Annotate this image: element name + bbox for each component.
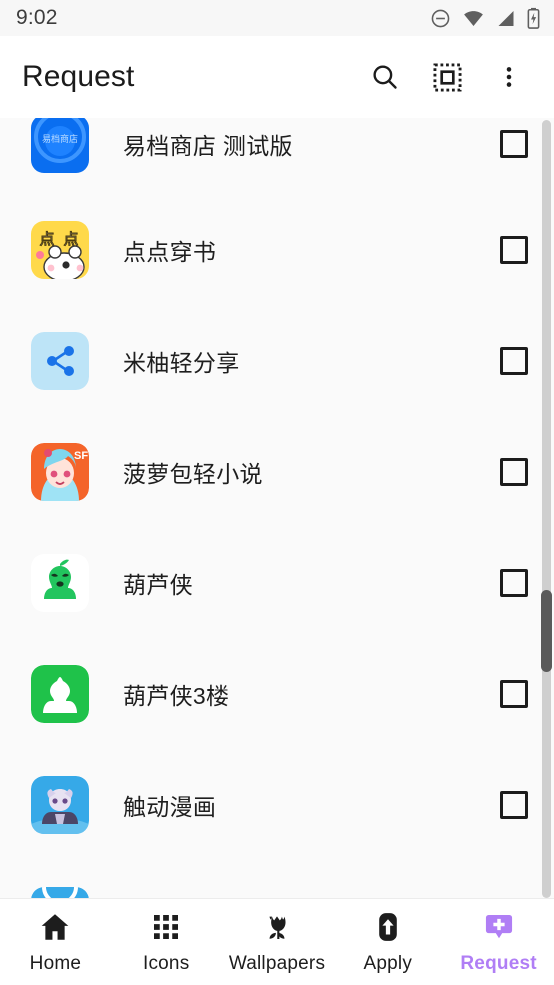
huluxia-icon bbox=[31, 553, 89, 612]
list-item-label: 触动漫画 bbox=[123, 793, 217, 820]
tulip-icon bbox=[261, 910, 293, 944]
chudong-comic-icon bbox=[31, 775, 89, 834]
status-bar: 9:02 bbox=[0, 0, 554, 36]
list-item-checkbox[interactable] bbox=[500, 568, 528, 597]
boluobao-novel-icon: SF bbox=[31, 442, 89, 501]
nav-label-request: Request bbox=[460, 952, 537, 974]
list-item[interactable]: 葫芦侠3楼 bbox=[0, 638, 554, 749]
list-item[interactable]: 触动漫画 bbox=[0, 749, 554, 860]
list-item-checkbox[interactable] bbox=[500, 790, 528, 819]
app-request-list[interactable]: 易档商店 易档商店 测试版 点 点 点点穿书 米柚轻分享 SF 菠萝包轻小说 葫… bbox=[0, 118, 554, 898]
apply-arrow-icon bbox=[372, 910, 404, 944]
nav-item-request[interactable]: Request bbox=[443, 899, 554, 985]
list-item-label: 点点穿书 bbox=[123, 238, 217, 265]
status-icons bbox=[430, 7, 540, 29]
list-item[interactable]: 易档商店 易档商店 测试版 bbox=[0, 118, 554, 199]
nav-label-icons: Icons bbox=[142, 952, 190, 974]
list-item-label: 米柚轻分享 bbox=[123, 349, 240, 376]
overflow-menu-icon bbox=[496, 64, 522, 90]
partial-blue-icon bbox=[31, 886, 89, 898]
yidang-store-icon: 易档商店 bbox=[31, 118, 89, 173]
list-item[interactable]: SF 菠萝包轻小说 bbox=[0, 416, 554, 527]
cellular-signal-icon bbox=[496, 8, 516, 29]
miyou-share-icon bbox=[31, 331, 89, 390]
app-bar: Request bbox=[0, 36, 554, 118]
status-time: 9:02 bbox=[16, 6, 58, 29]
list-item[interactable]: 葫芦侠 bbox=[0, 527, 554, 638]
app-bar-actions bbox=[354, 46, 540, 108]
select-all-button[interactable] bbox=[416, 46, 478, 108]
list-item[interactable] bbox=[0, 860, 554, 898]
diandian-chuanshu-icon: 点 点 bbox=[31, 220, 89, 279]
nav-label-apply: Apply bbox=[363, 952, 413, 974]
svg-text:易档商店: 易档商店 bbox=[42, 133, 78, 144]
overflow-menu-button[interactable] bbox=[478, 46, 540, 108]
nav-label-home: Home bbox=[29, 952, 82, 974]
list-item-checkbox[interactable] bbox=[500, 346, 528, 375]
list-item-checkbox[interactable] bbox=[500, 235, 528, 264]
battery-charging-icon bbox=[527, 7, 540, 29]
nav-item-icons[interactable]: Icons bbox=[111, 899, 222, 985]
nav-item-wallpapers[interactable]: Wallpapers bbox=[222, 899, 333, 985]
huluxia-3lou-icon bbox=[31, 664, 89, 723]
do-not-disturb-icon bbox=[430, 8, 451, 29]
list-item-label: 葫芦侠 bbox=[123, 571, 193, 598]
page-title: Request bbox=[22, 60, 135, 93]
request-bubble-plus-icon bbox=[483, 910, 515, 944]
list-item-label: 易档商店 测试版 bbox=[123, 132, 293, 159]
list-item-label: 菠萝包轻小说 bbox=[123, 460, 263, 487]
app-root: 9:02 Request 易档商店 易档商店 测试版 点 点 点点穿书 米柚轻分… bbox=[0, 0, 554, 985]
scrollbar-track[interactable] bbox=[542, 120, 551, 898]
list-item-checkbox[interactable] bbox=[500, 129, 528, 158]
nav-item-home[interactable]: Home bbox=[0, 899, 111, 985]
list-item-checkbox[interactable] bbox=[500, 457, 528, 486]
wifi-icon bbox=[462, 8, 485, 29]
svg-text:SF: SF bbox=[74, 450, 88, 462]
grid-icon bbox=[151, 910, 181, 944]
nav-label-wallpapers: Wallpapers bbox=[228, 952, 326, 974]
search-icon bbox=[370, 62, 400, 92]
svg-text:点: 点 bbox=[39, 231, 54, 248]
list-item-checkbox[interactable] bbox=[500, 679, 528, 708]
list-item[interactable]: 点 点 点点穿书 bbox=[0, 194, 554, 305]
bottom-navigation: Home Icons Wallpapers Apply Request bbox=[0, 898, 554, 985]
select-all-icon bbox=[432, 62, 462, 92]
home-icon bbox=[38, 910, 72, 944]
list-item-label: 葫芦侠3楼 bbox=[123, 682, 230, 709]
scrollbar-thumb[interactable] bbox=[541, 590, 552, 672]
nav-item-apply[interactable]: Apply bbox=[332, 899, 443, 985]
search-button[interactable] bbox=[354, 46, 416, 108]
list-item[interactable]: 米柚轻分享 bbox=[0, 305, 554, 416]
